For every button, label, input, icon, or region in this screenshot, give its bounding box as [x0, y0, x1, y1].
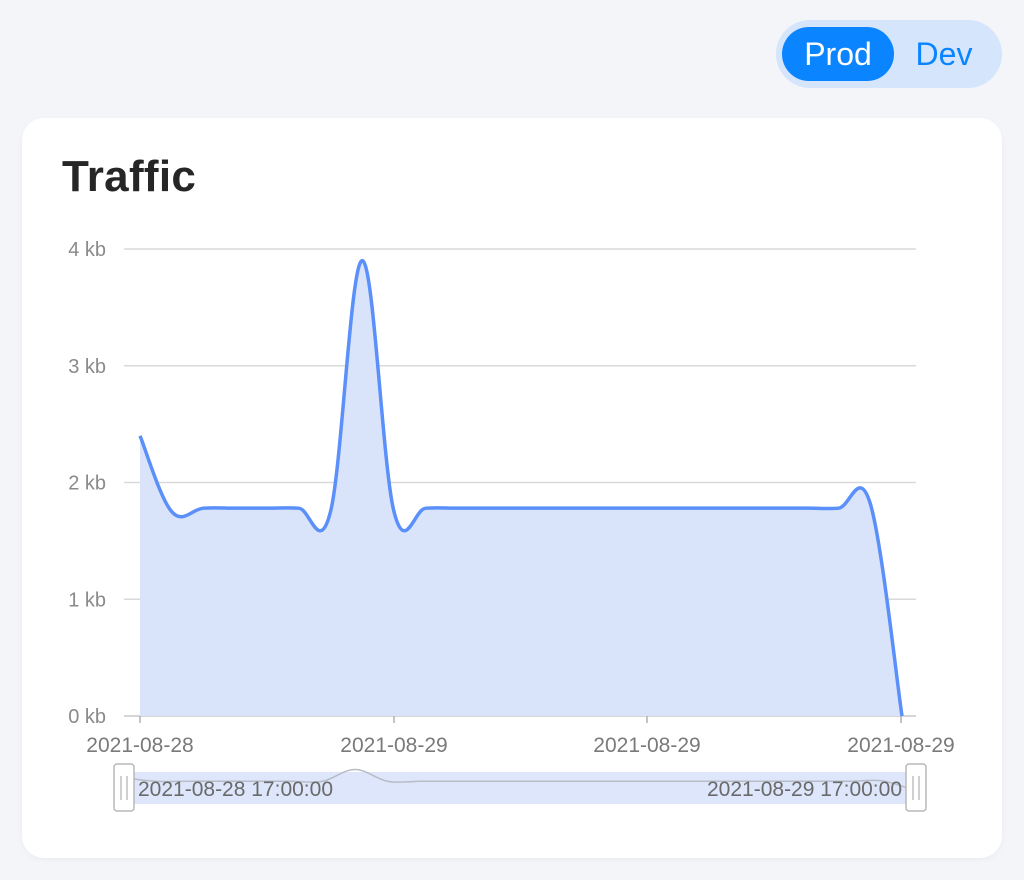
x-tick-label: 2021-08-28	[86, 734, 193, 757]
traffic-chart: 0 kb 1 kb 2 kb 3 kb 4 kb 2021-08-28 2021-08-29…	[68, 239, 955, 812]
x-tick-label: 2021-08-29	[340, 734, 447, 757]
y-tick-label: 4 kb	[68, 239, 106, 261]
y-tick-label: 0 kb	[68, 706, 106, 728]
x-tick-label: 2021-08-29	[847, 734, 954, 757]
datazoom-end-label: 2021-08-29 17:00:00	[707, 778, 902, 801]
y-tick-label: 2 kb	[68, 473, 106, 495]
y-tick-label: 1 kb	[68, 589, 106, 611]
datazoom-start-label: 2021-08-28 17:00:00	[138, 778, 333, 801]
datazoom-start-handle[interactable]	[113, 763, 135, 812]
x-tick-label: 2021-08-29	[593, 734, 700, 757]
traffic-area	[140, 260, 902, 716]
y-tick-label: 3 kb	[68, 356, 106, 378]
datazoom-end-handle[interactable]	[905, 763, 927, 812]
